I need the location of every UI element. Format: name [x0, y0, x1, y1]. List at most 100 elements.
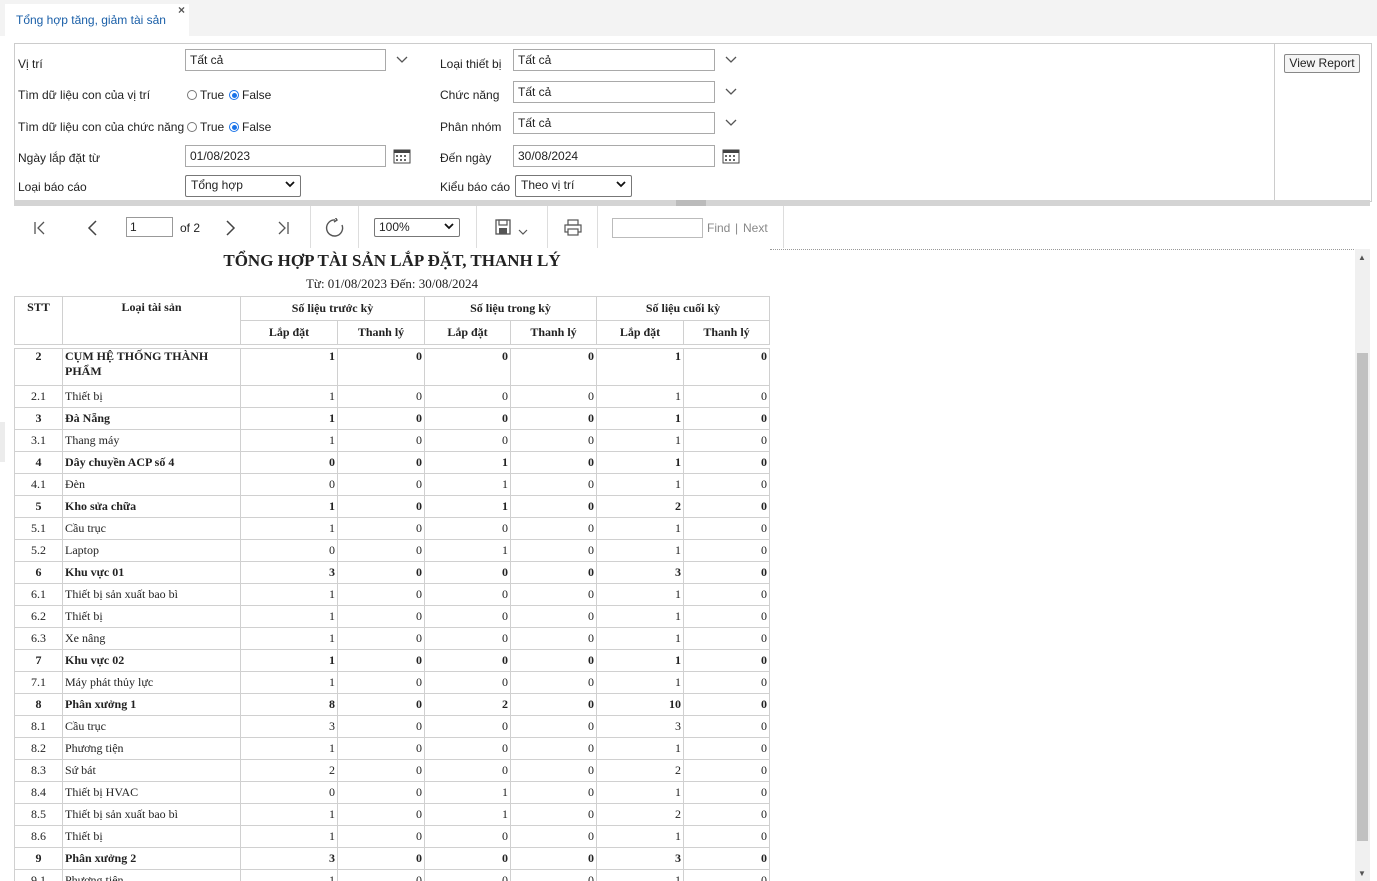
table-cell: 1 — [240, 649, 338, 672]
table-cell: 0 — [683, 869, 770, 881]
find-link[interactable]: Find — [707, 221, 730, 235]
table-cell: 0 — [240, 473, 338, 496]
chevron-down-icon[interactable] — [396, 53, 408, 67]
find-input[interactable] — [612, 218, 703, 238]
close-icon[interactable]: × — [178, 3, 185, 17]
next-link[interactable]: Next — [743, 221, 768, 235]
view-report-button[interactable]: View Report — [1284, 54, 1360, 73]
table-cell: 1 — [424, 473, 511, 496]
table-cell: 0 — [424, 847, 511, 870]
previous-page-icon[interactable] — [86, 220, 100, 239]
table-cell: 0 — [424, 715, 511, 738]
kieu-bao-cao-select[interactable]: Theo vị trí — [515, 175, 632, 197]
radio-true[interactable]: True — [187, 88, 224, 102]
table-cell: Thiết bị — [62, 605, 241, 628]
calendar-icon[interactable] — [722, 148, 740, 164]
table-cell: 3 — [596, 715, 684, 738]
table-cell: 0 — [337, 495, 425, 518]
table-row: 6.1 Thiết bị sản xuất bao bì 1 0 0 0 1 0 — [14, 583, 770, 606]
table-cell: 0 — [683, 627, 770, 650]
radio-false[interactable]: False — [229, 88, 271, 102]
table-cell: 8.2 — [14, 737, 63, 760]
table-cell: 0 — [683, 517, 770, 540]
zoom-select[interactable]: 100% — [374, 218, 460, 237]
table-cell: 1 — [240, 605, 338, 628]
chevron-down-icon[interactable] — [725, 116, 737, 130]
vi-tri-input[interactable]: Tất cả — [185, 49, 386, 71]
table-cell: 1 — [596, 737, 684, 760]
find-separator: | — [735, 221, 739, 235]
calendar-icon[interactable] — [393, 148, 411, 164]
table-cell: Đà Nẵng — [62, 407, 241, 430]
header-lap-dat: Lắp đặt — [240, 320, 338, 345]
table-cell: 0 — [424, 583, 511, 606]
table-cell: 8.4 — [14, 781, 63, 804]
table-cell: 0 — [337, 348, 425, 386]
report-table: STT Loại tài sản Số liệu trước kỳ Số liệ… — [14, 296, 770, 881]
loai-bao-cao-select[interactable]: Tổng hợp — [185, 175, 301, 197]
scroll-down-icon[interactable]: ▼ — [1358, 869, 1366, 878]
table-cell: 0 — [337, 561, 425, 584]
table-row: 5.2 Laptop 0 0 1 0 1 0 — [14, 539, 770, 562]
table-cell: 2 — [596, 759, 684, 782]
radio-true[interactable]: True — [187, 120, 224, 134]
table-cell: 0 — [510, 825, 597, 848]
table-cell: 1 — [240, 385, 338, 408]
table-cell: 0 — [510, 671, 597, 694]
table-cell: 0 — [337, 869, 425, 881]
den-ngay-input[interactable]: 30/08/2024 — [513, 145, 715, 167]
chevron-down-icon[interactable] — [725, 53, 737, 67]
tim-con-vi-tri-label: Tìm dữ liệu con của vị trí — [18, 88, 151, 102]
table-cell: 1 — [424, 495, 511, 518]
table-row: 9 Phân xưởng 2300030 — [14, 847, 770, 870]
table-cell: 0 — [683, 495, 770, 518]
table-cell: 0 — [683, 385, 770, 408]
toolbar-separator — [783, 206, 784, 248]
table-cell: 0 — [683, 348, 770, 386]
table-cell: 0 — [510, 429, 597, 452]
sidebar-toggle[interactable] — [0, 422, 5, 462]
table-cell: 1 — [596, 385, 684, 408]
tab-report[interactable]: Tổng hợp tăng, giảm tài sản × — [5, 3, 189, 36]
save-icon[interactable] — [495, 219, 511, 238]
radio-selected-icon — [229, 122, 239, 132]
refresh-icon[interactable] — [325, 216, 345, 241]
table-cell: 4 — [14, 451, 63, 474]
table-cell: 0 — [683, 429, 770, 452]
table-cell: Cầu trục — [62, 517, 241, 540]
table-cell: 5.1 — [14, 517, 63, 540]
first-page-icon[interactable] — [32, 220, 48, 239]
vertical-scrollbar[interactable]: ▲ ▼ — [1355, 249, 1370, 881]
table-cell: 0 — [424, 869, 511, 881]
table-cell: 4.1 — [14, 473, 63, 496]
radio-false[interactable]: False — [229, 120, 271, 134]
page-number-input[interactable]: 1 — [126, 217, 173, 237]
table-cell: 0 — [683, 781, 770, 804]
table-cell: 1 — [240, 407, 338, 430]
chevron-down-icon[interactable] — [518, 225, 528, 239]
table-row: 8.2 Phương tiện 1 0 0 0 1 0 — [14, 737, 770, 760]
header-loai-tai-san: Loại tài sản — [62, 296, 241, 345]
table-cell: 0 — [683, 407, 770, 430]
table-cell: Thiết bị — [62, 385, 241, 408]
loai-bao-cao-label: Loại báo cáo — [18, 180, 87, 194]
chevron-down-icon[interactable] — [725, 85, 737, 99]
next-page-icon[interactable] — [223, 220, 237, 239]
header-stt: STT — [14, 296, 63, 345]
table-cell: 1 — [424, 803, 511, 826]
ngay-tu-input[interactable]: 01/08/2023 — [185, 145, 386, 167]
scrollbar-thumb[interactable] — [1357, 353, 1368, 841]
print-icon[interactable] — [564, 219, 582, 239]
chuc-nang-input[interactable]: Tất cả — [513, 81, 715, 103]
table-row: 7.1 Máy phát thủy lực 1 0 0 0 1 0 — [14, 671, 770, 694]
table-cell: 0 — [510, 385, 597, 408]
table-cell: 7 — [14, 649, 63, 672]
radio-circle-icon — [187, 90, 197, 100]
phan-nhom-input[interactable]: Tất cả — [513, 112, 715, 134]
loai-thiet-bi-input[interactable]: Tất cả — [513, 49, 715, 71]
report-title: TỔNG HỢP TÀI SẢN LẮP ĐẶT, THANH LÝ — [223, 251, 561, 270]
last-page-icon[interactable] — [275, 220, 291, 239]
header-trong-ky: Số liệu trong kỳ — [424, 296, 597, 321]
scroll-up-icon[interactable]: ▲ — [1358, 253, 1366, 262]
table-cell: Thiết bị HVAC — [62, 781, 241, 804]
